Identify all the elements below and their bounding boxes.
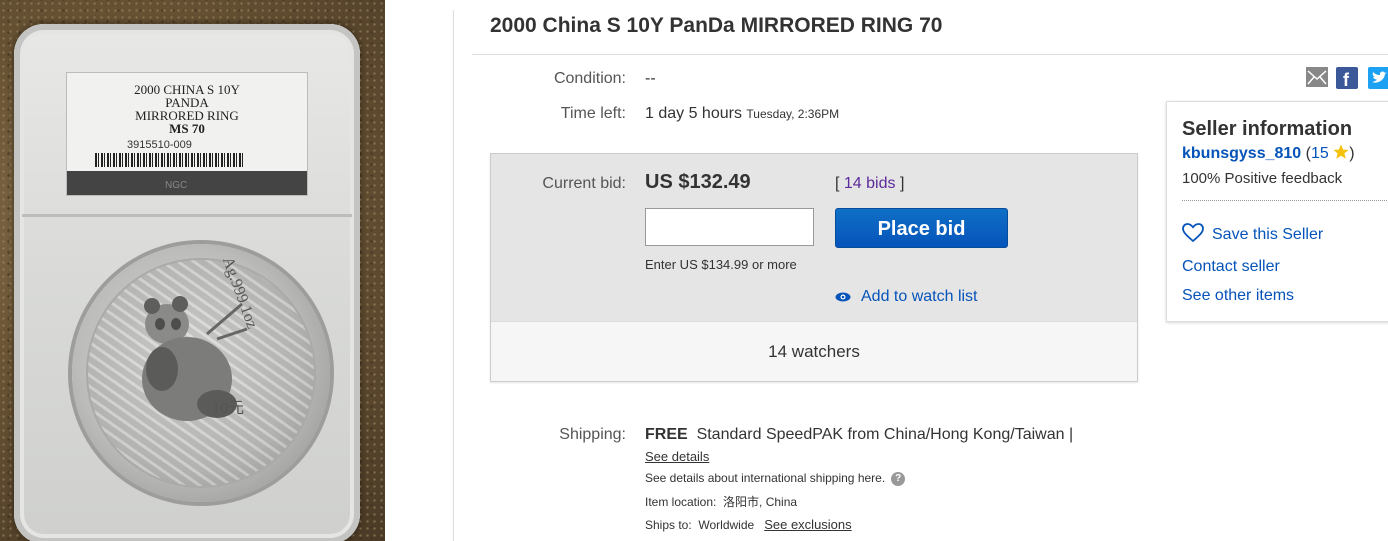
slab-divider [22, 214, 352, 217]
slab-label-band: NGC [67, 171, 307, 195]
seller-info-panel: Seller information kbunsgyss_810 (15 ) 1… [1166, 101, 1388, 322]
bid-panel: Current bid: US $132.49 [ 14 bids ] Plac… [490, 153, 1138, 382]
item-title: 2000 China S 10Y PanDa MIRRORED RING 70 [490, 14, 943, 37]
international-shipping-note: See details about international shipping… [645, 471, 906, 486]
shipping-see-details-link[interactable]: See details [645, 449, 709, 464]
facebook-icon[interactable]: f [1336, 67, 1358, 94]
bid-count: [ 14 bids ] [835, 175, 905, 192]
star-icon [1333, 144, 1349, 159]
bid-amount-input[interactable] [645, 208, 814, 246]
time-left-end: Tuesday, 2:36PM [746, 107, 840, 121]
see-exclusions-link[interactable]: See exclusions [764, 517, 851, 532]
shipping-free: FREE [645, 426, 688, 443]
silver-coin: Ag.999 1oz 10元 [72, 244, 330, 502]
bid-hint: Enter US $134.99 or more [645, 257, 797, 272]
current-bid-label: Current bid: [542, 175, 626, 192]
bid-history-link[interactable]: 14 bids [844, 175, 896, 192]
place-bid-button[interactable]: Place bid [835, 208, 1008, 248]
see-other-items-link[interactable]: See other items [1182, 287, 1294, 305]
save-seller-link[interactable]: Save this Seller [1182, 223, 1323, 244]
seller-divider [1182, 200, 1388, 201]
condition-value: -- [645, 70, 656, 87]
slab-grade: MS 70 [169, 121, 205, 136]
add-to-watch-list-link[interactable]: Add to watch list [835, 288, 978, 306]
seller-username-link[interactable]: kbunsgyss_810 [1182, 145, 1301, 162]
time-left-duration: 1 day 5 hours [645, 105, 742, 122]
slab-cert: 3915510-009 [127, 139, 192, 151]
shipping-service: Standard SpeedPAK from China/Hong Kong/T… [696, 426, 1074, 443]
coin-denomination: 10元 [212, 400, 245, 417]
item-location: Item location: 洛阳市, China [645, 495, 798, 509]
watchers-count: 14 watchers [491, 321, 1137, 381]
seller-identity: kbunsgyss_810 (15 ) [1182, 144, 1355, 162]
shipping-value: FREE Standard SpeedPAK from China/Hong K… [645, 426, 1073, 444]
seller-info-heading: Seller information [1182, 118, 1353, 140]
item-location-value: 洛阳市, China [723, 495, 798, 509]
heart-icon [1182, 223, 1204, 243]
ships-to: Ships to: Worldwide See exclusions [645, 517, 852, 532]
current-bid-amount: US $132.49 [645, 171, 751, 193]
shipping-label: Shipping: [559, 426, 626, 443]
help-icon[interactable]: ? [891, 471, 906, 486]
gallery-divider [453, 10, 454, 541]
eye-icon [835, 292, 851, 302]
seller-feedback-score[interactable]: 15 [1311, 145, 1329, 162]
ngc-logo: NGC [165, 180, 188, 191]
time-left-value: 1 day 5 hours Tuesday, 2:36PM [645, 105, 839, 123]
title-divider [472, 54, 1388, 55]
time-left-label: Time left: [560, 105, 626, 122]
contact-seller-link[interactable]: Contact seller [1182, 258, 1280, 276]
seller-positive-feedback: 100% Positive feedback [1182, 170, 1343, 187]
svg-text:f: f [1343, 70, 1350, 89]
condition-label: Condition: [553, 70, 626, 87]
slab-barcode [95, 153, 245, 167]
slab-label: 2000 CHINA S 10Y PANDA MIRRORED RING MS … [66, 72, 308, 196]
twitter-icon[interactable] [1368, 67, 1388, 94]
email-icon[interactable] [1306, 67, 1328, 92]
product-image[interactable]: 2000 CHINA S 10Y PANDA MIRRORED RING MS … [0, 0, 385, 541]
ships-to-value: Worldwide [698, 518, 755, 532]
